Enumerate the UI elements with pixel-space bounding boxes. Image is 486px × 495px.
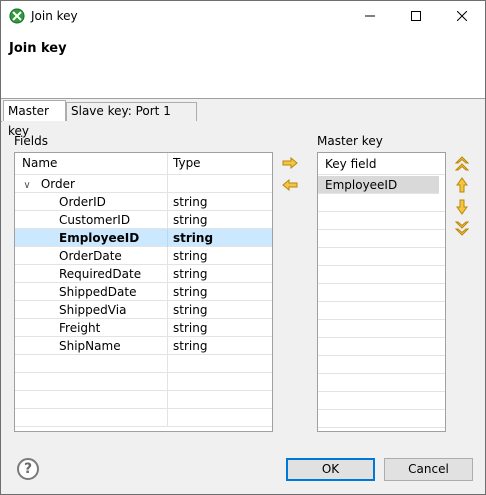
close-button[interactable] xyxy=(439,1,485,31)
empty-row xyxy=(15,391,272,409)
dialog-window: Join key Join key Master key Slave key: … xyxy=(0,0,486,495)
maximize-icon xyxy=(411,11,421,21)
double-chevron-up-icon xyxy=(455,156,469,171)
maximize-button[interactable] xyxy=(393,1,439,31)
field-type: string xyxy=(173,213,208,227)
empty-row xyxy=(318,302,445,320)
arrow-right-icon xyxy=(282,157,298,169)
field-type: string xyxy=(173,285,208,299)
dialog-header: Join key xyxy=(1,31,485,99)
move-to-top-button[interactable] xyxy=(454,156,470,172)
field-type: string xyxy=(173,303,208,317)
master-key-table[interactable]: Key field EmployeeID xyxy=(317,152,446,432)
field-type: string xyxy=(173,249,208,263)
field-name: ShippedVia xyxy=(59,303,127,317)
empty-row xyxy=(15,355,272,373)
ok-button[interactable]: OK xyxy=(286,458,375,481)
table-row[interactable]: RequiredDate string xyxy=(15,265,272,283)
table-row[interactable]: Freight string xyxy=(15,319,272,337)
master-key-label: Master key xyxy=(317,134,383,148)
group-label: Order xyxy=(40,177,75,191)
field-name: OrderDate xyxy=(59,249,122,263)
empty-row xyxy=(318,284,445,302)
field-type: string xyxy=(173,267,208,281)
minimize-icon xyxy=(365,15,375,17)
arrow-down-icon xyxy=(456,199,468,215)
clover-icon xyxy=(9,8,25,24)
empty-row xyxy=(318,212,445,230)
field-name: ShippedDate xyxy=(59,285,137,299)
table-row[interactable]: OrderDate string xyxy=(15,247,272,265)
field-name: RequiredDate xyxy=(59,267,142,281)
move-to-bottom-button[interactable] xyxy=(454,220,470,236)
empty-row xyxy=(318,248,445,266)
tab-master-key[interactable]: Master key xyxy=(3,100,66,138)
master-key-header[interactable]: Key field xyxy=(318,153,445,175)
close-icon xyxy=(457,11,467,21)
tab-content: Fields Master key Name Type ∨ Order Orde… xyxy=(2,121,485,441)
field-type: string xyxy=(173,321,208,335)
empty-row xyxy=(318,374,445,392)
field-type: string xyxy=(173,231,214,245)
field-type: string xyxy=(173,195,208,209)
header-title: Join key xyxy=(9,41,67,56)
field-type: string xyxy=(173,339,208,353)
empty-row xyxy=(318,230,445,248)
window-title: Join key xyxy=(31,9,78,23)
empty-row xyxy=(318,356,445,374)
table-row[interactable]: ShippedDate string xyxy=(15,283,272,301)
field-name: ShipName xyxy=(59,339,121,353)
help-icon[interactable]: ? xyxy=(17,458,39,480)
arrow-up-icon xyxy=(456,177,468,193)
fields-table[interactable]: Name Type ∨ Order OrderID string Custome… xyxy=(14,152,273,432)
tree-group-row[interactable]: ∨ Order xyxy=(15,175,272,193)
empty-row xyxy=(15,409,272,427)
empty-row xyxy=(318,320,445,338)
empty-row xyxy=(318,410,445,428)
column-header-name[interactable]: Name xyxy=(15,153,168,175)
empty-row xyxy=(318,392,445,410)
minimize-button[interactable] xyxy=(347,1,393,31)
column-header-type[interactable]: Type xyxy=(173,153,201,171)
table-row-selected[interactable]: EmployeeID string xyxy=(15,229,272,247)
empty-row xyxy=(318,266,445,284)
field-name: OrderID xyxy=(59,195,106,209)
table-row[interactable]: OrderID string xyxy=(15,193,272,211)
add-key-button[interactable] xyxy=(282,155,298,171)
empty-row xyxy=(318,194,445,212)
field-name: Freight xyxy=(59,321,101,335)
move-down-button[interactable] xyxy=(454,199,470,215)
master-key-row[interactable]: EmployeeID xyxy=(318,176,439,194)
move-up-button[interactable] xyxy=(454,177,470,193)
tab-bar: Master key Slave key: Port 1 (slave) xyxy=(1,100,485,138)
empty-row xyxy=(15,373,272,391)
empty-row xyxy=(318,338,445,356)
arrow-left-icon xyxy=(282,179,298,191)
field-name: CustomerID xyxy=(59,213,131,227)
tab-slave-key[interactable]: Slave key: Port 1 (slave) xyxy=(66,102,197,135)
field-name: EmployeeID xyxy=(59,231,140,245)
double-chevron-down-icon xyxy=(455,221,469,236)
remove-key-button[interactable] xyxy=(282,177,298,193)
table-row[interactable]: ShippedVia string xyxy=(15,301,272,319)
table-row[interactable]: ShipName string xyxy=(15,337,272,355)
table-row[interactable]: CustomerID string xyxy=(15,211,272,229)
fields-header-row: Name Type xyxy=(15,153,272,175)
title-bar: Join key xyxy=(1,1,485,31)
cancel-button[interactable]: Cancel xyxy=(384,458,473,481)
